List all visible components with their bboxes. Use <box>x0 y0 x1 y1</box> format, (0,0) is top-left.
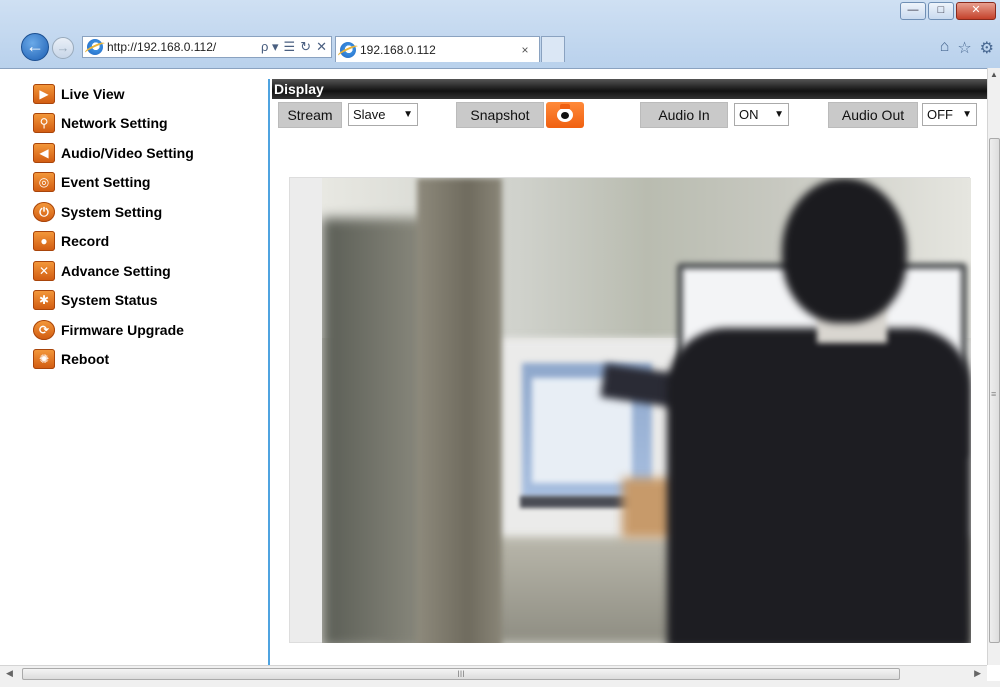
star-icon[interactable]: ☆ <box>957 38 971 58</box>
sidebar-item-event-setting[interactable]: Event Setting <box>30 168 268 198</box>
sidebar-item-label: System Setting <box>61 203 163 220</box>
sidebar-item-label: Reboot <box>61 351 110 368</box>
scroll-right-icon[interactable]: ▶ <box>974 668 981 679</box>
main-panel: Display Stream Slave ▼ Snapshot Audio In… <box>272 79 987 666</box>
compat-view-icon[interactable]: ☰ <box>284 39 296 55</box>
sidebar-item-advance-setting[interactable]: Advance Setting <box>30 256 268 286</box>
horizontal-scroll-thumb[interactable]: III <box>22 668 900 680</box>
tab-close-icon[interactable]: × <box>517 43 533 57</box>
sidebar-item-label: Record <box>61 233 110 250</box>
record-icon <box>33 231 55 252</box>
stream-select[interactable]: Slave ▼ <box>348 103 418 126</box>
audio-in-select[interactable]: ON ▼ <box>734 103 789 126</box>
search-dropdown-icon[interactable]: ρ ▾ <box>261 39 279 55</box>
system-icon <box>33 201 55 222</box>
scroll-up-icon[interactable]: ▲ <box>988 68 1000 81</box>
close-button[interactable]: ✕ <box>956 2 996 20</box>
sidebar-menu: Live View Network Setting Audio/Video Se… <box>30 79 270 666</box>
page-title: Display <box>272 79 987 99</box>
chevron-down-icon: ▼ <box>962 109 972 120</box>
sidebar-item-record[interactable]: Record <box>30 227 268 257</box>
audio-in-select-value: ON <box>739 107 759 122</box>
stream-label: Stream <box>278 102 342 128</box>
sidebar-item-audio-video-setting[interactable]: Audio/Video Setting <box>30 138 268 168</box>
home-icon[interactable]: ⌂ <box>940 38 950 58</box>
status-icon <box>33 290 55 311</box>
audio-in-label: Audio In <box>640 102 728 128</box>
sidebar-item-label: Firmware Upgrade <box>61 321 184 338</box>
stream-select-value: Slave <box>353 107 386 122</box>
address-bar[interactable]: http://192.168.0.112/ ρ ▾ ☰ ↻ ✕ <box>82 36 332 58</box>
sidebar-item-label: Live View <box>61 85 125 102</box>
status-bar <box>0 681 1000 687</box>
browser-tab[interactable]: 192.168.0.112 × <box>335 36 540 62</box>
snapshot-camera-button[interactable] <box>546 102 584 128</box>
window-controls: — □ ✕ <box>900 2 996 20</box>
sidebar-item-label: Event Setting <box>61 174 151 191</box>
vertical-scroll-thumb[interactable] <box>989 138 1000 643</box>
sidebar-item-system-status[interactable]: System Status <box>30 286 268 316</box>
chevron-down-icon: ▼ <box>774 109 784 120</box>
gear-icon[interactable]: ⚙ <box>980 38 994 58</box>
display-toolbar: Stream Slave ▼ Snapshot Audio In ON ▼ Au… <box>272 102 987 132</box>
forward-button[interactable]: → <box>52 37 74 59</box>
browser-window: — □ ✕ ← → http://192.168.0.112/ ρ ▾ ☰ ↻ … <box>0 0 1000 687</box>
advance-icon <box>33 260 55 281</box>
refresh-icon[interactable]: ↻ <box>300 39 311 55</box>
back-button[interactable]: ← <box>21 33 49 61</box>
firmware-icon <box>33 319 55 340</box>
sidebar-item-firmware-upgrade[interactable]: Firmware Upgrade <box>30 315 268 345</box>
browser-right-tools: ⌂ ☆ ⚙ <box>940 38 994 58</box>
audio-out-select[interactable]: OFF ▼ <box>922 103 977 126</box>
new-tab-button[interactable] <box>541 36 565 62</box>
sidebar-item-label: Advance Setting <box>61 262 171 279</box>
audio-video-icon <box>33 142 55 163</box>
network-icon <box>33 113 55 134</box>
sidebar-item-live-view[interactable]: Live View <box>30 79 268 109</box>
tab-title: 192.168.0.112 <box>360 42 436 57</box>
chevron-down-icon: ▼ <box>403 109 413 120</box>
minimize-button[interactable]: — <box>900 2 926 20</box>
audio-out-label: Audio Out <box>828 102 918 128</box>
horizontal-scrollbar[interactable]: ◀ III ▶ <box>0 665 987 681</box>
live-video-frame <box>289 177 971 643</box>
tab-favicon-icon <box>340 41 356 58</box>
sidebar-item-label: Audio/Video Setting <box>61 144 194 161</box>
sidebar-item-reboot[interactable]: Reboot <box>30 345 268 375</box>
sidebar-item-system-setting[interactable]: System Setting <box>30 197 268 227</box>
page-viewport: Live View Network Setting Audio/Video Se… <box>0 68 987 666</box>
snapshot-label: Snapshot <box>456 102 544 128</box>
reboot-icon <box>33 349 55 370</box>
sidebar-item-label: Network Setting <box>61 115 168 132</box>
stop-icon[interactable]: ✕ <box>316 39 327 55</box>
event-icon <box>33 172 55 193</box>
vertical-scrollbar[interactable]: ▲ <box>987 68 1000 665</box>
address-url[interactable]: http://192.168.0.112/ <box>107 40 261 54</box>
sidebar-item-network-setting[interactable]: Network Setting <box>30 109 268 139</box>
camera-icon <box>560 104 570 109</box>
live-view-icon <box>33 83 55 104</box>
browser-navbar: ← → http://192.168.0.112/ ρ ▾ ☰ ↻ ✕ 192.… <box>0 24 1000 68</box>
scroll-left-icon[interactable]: ◀ <box>6 668 13 679</box>
sidebar-item-label: System Status <box>61 292 158 309</box>
maximize-button[interactable]: □ <box>928 2 954 20</box>
live-video-stream[interactable] <box>322 178 971 643</box>
ie-logo-icon <box>87 39 103 55</box>
audio-out-select-value: OFF <box>927 107 953 122</box>
address-tools: ρ ▾ ☰ ↻ ✕ <box>261 39 331 55</box>
